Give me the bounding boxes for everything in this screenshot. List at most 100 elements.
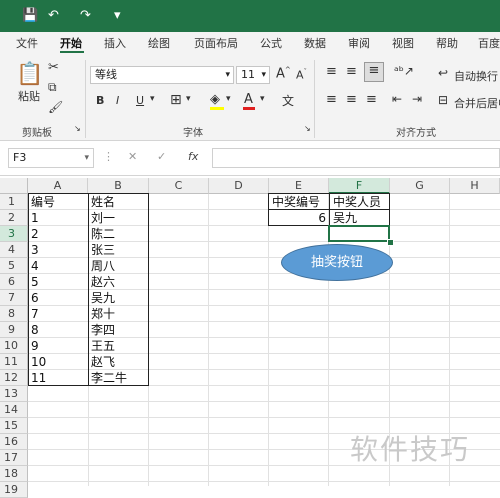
column-header-a[interactable]: A: [28, 178, 88, 194]
row-header-2[interactable]: 2: [0, 210, 28, 226]
cell-a7[interactable]: 6: [28, 290, 39, 306]
row-header-15[interactable]: 15: [0, 418, 28, 434]
row-header-9[interactable]: 9: [0, 322, 28, 338]
align-center-icon[interactable]: ≡: [346, 92, 357, 107]
undo-icon[interactable]: ↶: [48, 8, 59, 24]
selected-cell-f3[interactable]: [328, 225, 390, 242]
cancel-icon[interactable]: ✕: [128, 150, 137, 163]
cell-a4[interactable]: 3: [28, 242, 39, 258]
bold-button[interactable]: B: [96, 94, 104, 107]
row-header-1[interactable]: 1: [0, 194, 28, 210]
column-header-b[interactable]: B: [88, 178, 149, 194]
tab-review[interactable]: 审阅: [348, 35, 370, 51]
row-header-11[interactable]: 11: [0, 354, 28, 370]
column-header-d[interactable]: D: [209, 178, 269, 194]
tab-data[interactable]: 数据: [304, 35, 326, 51]
align-middle-icon[interactable]: ≡: [346, 64, 357, 79]
cell-b3[interactable]: 陈二: [88, 226, 115, 242]
cell-a8[interactable]: 7: [28, 306, 39, 322]
font-name-select[interactable]: 等线 ▾: [90, 66, 234, 84]
cell-a12[interactable]: 11: [28, 370, 46, 386]
cell-a10[interactable]: 9: [28, 338, 39, 354]
format-painter-icon[interactable]: 🖌: [48, 100, 63, 114]
row-header-17[interactable]: 17: [0, 450, 28, 466]
formula-input[interactable]: [212, 148, 500, 168]
fill-color-icon[interactable]: ◈: [210, 92, 220, 107]
name-box[interactable]: F3 ▾: [8, 148, 94, 168]
row-header-12[interactable]: 12: [0, 370, 28, 386]
paste-icon[interactable]: 📋: [16, 62, 43, 87]
chevron-down-icon[interactable]: ▾: [260, 94, 265, 104]
wrap-text-button[interactable]: 自动换行: [454, 68, 498, 84]
align-right-icon[interactable]: ≡: [366, 92, 377, 107]
tab-baidu[interactable]: 百度: [478, 35, 500, 51]
column-header-e[interactable]: E: [269, 178, 329, 194]
cell-f2[interactable]: 吴九: [330, 210, 357, 226]
cell-b2[interactable]: 刘一: [88, 210, 115, 226]
cell-a11[interactable]: 10: [28, 354, 46, 370]
phonetic-icon[interactable]: 文: [282, 92, 294, 109]
cell-a6[interactable]: 5: [28, 274, 39, 290]
enter-icon[interactable]: ✓: [157, 150, 166, 163]
font-launcher-icon[interactable]: ↘: [304, 124, 311, 133]
merge-icon[interactable]: ⊟: [438, 93, 448, 107]
row-header-19[interactable]: 19: [0, 482, 28, 498]
merge-center-button[interactable]: 合并后居中: [454, 95, 500, 111]
redo-icon[interactable]: ↷: [80, 8, 91, 24]
cell-b1[interactable]: 姓名: [88, 194, 115, 210]
cell-a2[interactable]: 1: [28, 210, 39, 226]
increase-indent-icon[interactable]: ⇥: [412, 92, 422, 106]
cell-e2[interactable]: 6: [269, 210, 329, 226]
tab-view[interactable]: 视图: [392, 35, 414, 51]
cell-b9[interactable]: 李四: [88, 322, 115, 338]
customize-toolbar-icon[interactable]: ▾: [114, 8, 121, 24]
paste-button[interactable]: 粘贴: [18, 88, 40, 104]
cell-e1[interactable]: 中奖编号: [269, 194, 320, 210]
shrink-font-button[interactable]: Aˇ: [296, 68, 307, 82]
tab-draw[interactable]: 绘图: [148, 35, 170, 51]
column-header-f[interactable]: F: [329, 178, 390, 194]
cell-a1[interactable]: 编号: [28, 194, 55, 210]
column-header-h[interactable]: H: [450, 178, 500, 194]
save-icon[interactable]: 💾: [22, 8, 38, 24]
row-header-8[interactable]: 8: [0, 306, 28, 322]
cell-b5[interactable]: 周八: [88, 258, 115, 274]
italic-button[interactable]: I: [116, 94, 119, 107]
chevron-down-icon[interactable]: ▾: [186, 94, 191, 104]
cell-b12[interactable]: 李二牛: [88, 370, 127, 386]
cell-a3[interactable]: 2: [28, 226, 39, 242]
orientation-icon[interactable]: ᵃᵇ↗: [394, 64, 414, 78]
tab-home[interactable]: 开始: [60, 35, 82, 51]
chevron-down-icon[interactable]: ▾: [150, 94, 155, 104]
font-color-icon[interactable]: A: [244, 92, 253, 107]
tab-help[interactable]: 帮助: [436, 35, 458, 51]
chevron-down-icon[interactable]: ▾: [226, 94, 231, 104]
cut-icon[interactable]: ✂: [48, 60, 59, 75]
align-bottom-icon[interactable]: ≡: [364, 62, 384, 82]
row-header-6[interactable]: 6: [0, 274, 28, 290]
wrap-text-icon[interactable]: ↩: [438, 66, 448, 80]
fill-handle[interactable]: [387, 239, 394, 246]
cell-b6[interactable]: 赵六: [88, 274, 115, 290]
column-header-g[interactable]: G: [390, 178, 450, 194]
cell-b10[interactable]: 王五: [88, 338, 115, 354]
align-left-icon[interactable]: ≡: [326, 92, 337, 107]
cell-b11[interactable]: 赵飞: [88, 354, 115, 370]
copy-icon[interactable]: ⧉: [48, 80, 57, 95]
cell-f1[interactable]: 中奖人员: [330, 194, 381, 210]
clipboard-launcher-icon[interactable]: ↘: [74, 124, 81, 133]
cell-a5[interactable]: 4: [28, 258, 39, 274]
tab-file[interactable]: 文件: [16, 35, 38, 51]
grow-font-button[interactable]: A^: [276, 66, 291, 81]
tab-insert[interactable]: 插入: [104, 35, 126, 51]
row-header-5[interactable]: 5: [0, 258, 28, 274]
tab-page-layout[interactable]: 页面布局: [194, 35, 238, 51]
tab-formulas[interactable]: 公式: [260, 35, 282, 51]
select-all-corner[interactable]: [0, 178, 28, 194]
cell-b4[interactable]: 张三: [88, 242, 115, 258]
lottery-button[interactable]: 抽奖按钮: [281, 244, 393, 281]
decrease-indent-icon[interactable]: ⇤: [392, 92, 402, 106]
align-top-icon[interactable]: ≡: [326, 64, 337, 79]
insert-function-button[interactable]: fx: [188, 150, 198, 163]
font-size-select[interactable]: 11 ▾: [236, 66, 270, 84]
